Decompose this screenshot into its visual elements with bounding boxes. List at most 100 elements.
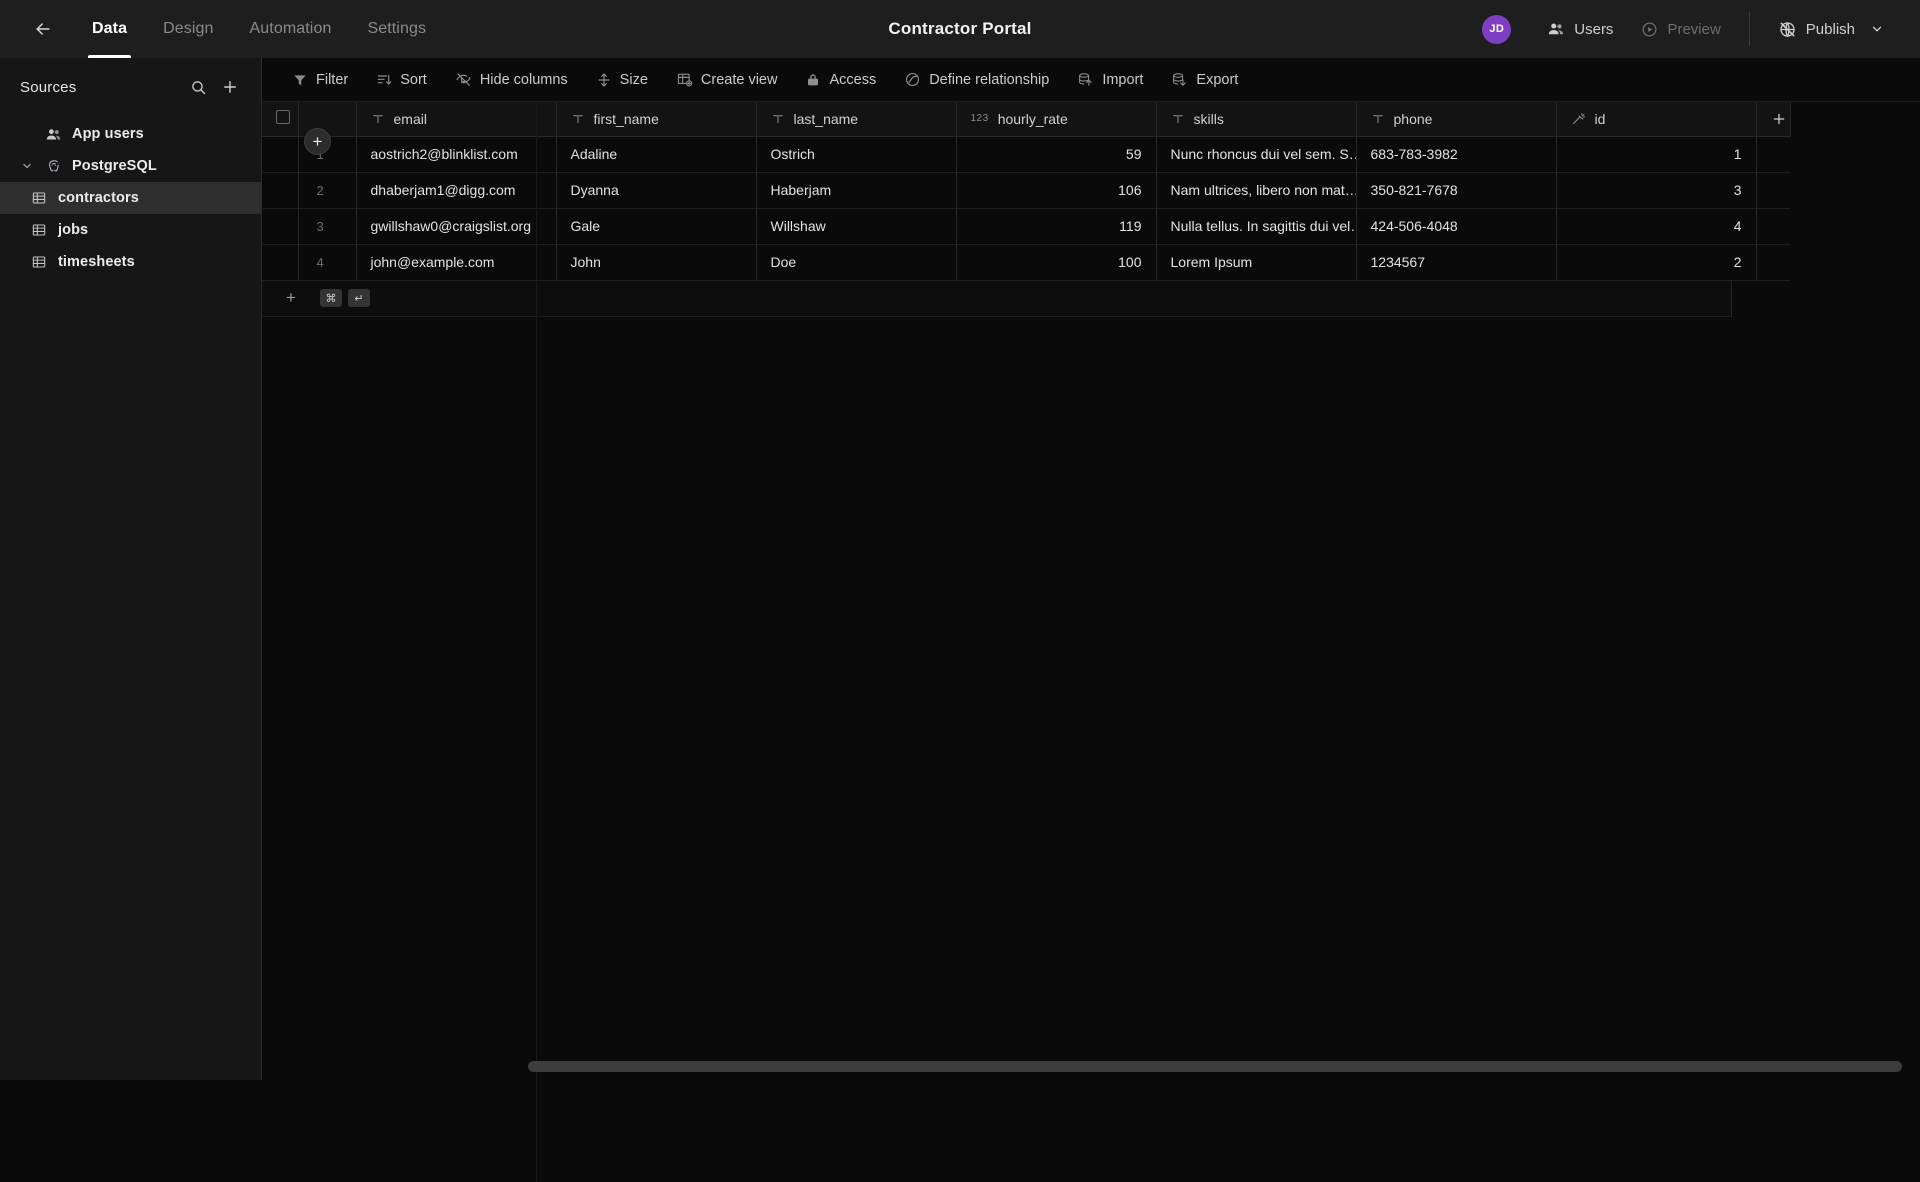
access-button[interactable]: Access xyxy=(791,64,890,96)
chevron-down-icon xyxy=(1870,22,1884,36)
publish-button[interactable]: Publish xyxy=(1764,0,1898,58)
users-label: Users xyxy=(1574,21,1613,38)
cell-skills[interactable]: Nunc rhoncus dui vel sem. S… xyxy=(1156,136,1356,172)
cell-email[interactable]: john@example.com xyxy=(356,244,556,280)
column-header-label: skills xyxy=(1194,111,1224,127)
cell-last-name[interactable]: Haberjam xyxy=(756,172,956,208)
add-column-button[interactable] xyxy=(1756,102,1790,136)
nav-tab-design[interactable]: Design xyxy=(145,0,231,58)
row-end-cell xyxy=(1756,244,1790,280)
cell-skills[interactable]: Nulla tellus. In sagittis dui vel… xyxy=(1156,208,1356,244)
row-end-cell xyxy=(1756,172,1790,208)
cell-last-name[interactable]: Doe xyxy=(756,244,956,280)
table-row[interactable]: 1 aostrich2@blinklist.com Adaline Ostric… xyxy=(262,136,1790,172)
avatar[interactable]: JD xyxy=(1482,15,1511,44)
sidebar-item-jobs[interactable]: jobs xyxy=(0,214,261,246)
cell-phone[interactable]: 424-506-4048 xyxy=(1356,208,1556,244)
sidebar-item-app-users[interactable]: App users xyxy=(0,118,261,150)
nav-tab-automation[interactable]: Automation xyxy=(232,0,350,58)
cell-id[interactable]: 2 xyxy=(1556,244,1756,280)
cell-email[interactable]: dhaberjam1@digg.com xyxy=(356,172,556,208)
text-type-icon xyxy=(771,112,785,126)
cell-id[interactable]: 3 xyxy=(1556,172,1756,208)
chevron-down-icon[interactable] xyxy=(20,160,34,172)
cell-first-name[interactable]: Dyanna xyxy=(556,172,756,208)
row-select-cell[interactable] xyxy=(262,208,298,244)
scrollbar-thumb[interactable] xyxy=(528,1061,1902,1072)
column-header-first-name[interactable]: first_name xyxy=(556,102,756,136)
add-source-button[interactable] xyxy=(217,74,243,100)
table-row[interactable]: 3 gwillshaw0@craigslist.org Gale Willsha… xyxy=(262,208,1790,244)
preview-label: Preview xyxy=(1667,21,1720,38)
data-grid: + email xyxy=(262,102,1920,317)
size-button[interactable]: Size xyxy=(582,64,662,96)
column-header-hourly-rate[interactable]: 123 hourly_rate xyxy=(956,102,1156,136)
cell-phone[interactable]: 1234567 xyxy=(1356,244,1556,280)
import-button[interactable]: Import xyxy=(1063,64,1157,96)
column-header-phone[interactable]: phone xyxy=(1356,102,1556,136)
text-type-icon xyxy=(371,112,385,126)
kbd-enter: ↵ xyxy=(348,289,370,307)
cell-hourly-rate[interactable]: 119 xyxy=(956,208,1156,244)
cell-id[interactable]: 4 xyxy=(1556,208,1756,244)
create-view-button[interactable]: Create view xyxy=(662,64,792,96)
table-row[interactable]: 2 dhaberjam1@digg.com Dyanna Haberjam 10… xyxy=(262,172,1790,208)
search-icon[interactable] xyxy=(185,74,211,100)
insert-row-button[interactable]: + xyxy=(304,128,331,155)
sidebar-item-contractors[interactable]: contractors xyxy=(0,182,261,214)
postgresql-icon xyxy=(44,158,62,175)
export-label: Export xyxy=(1196,72,1238,88)
hide-columns-button[interactable]: Hide columns xyxy=(441,64,582,96)
cell-last-name[interactable]: Willshaw xyxy=(756,208,956,244)
select-all-checkbox[interactable] xyxy=(276,110,290,124)
column-header-email[interactable]: email xyxy=(356,102,556,136)
column-header-skills[interactable]: skills xyxy=(1156,102,1356,136)
cell-hourly-rate[interactable]: 100 xyxy=(956,244,1156,280)
cell-email[interactable]: aostrich2@blinklist.com xyxy=(356,136,556,172)
cell-hourly-rate[interactable]: 59 xyxy=(956,136,1156,172)
text-type-icon xyxy=(1371,112,1385,126)
row-index-header xyxy=(298,102,356,136)
sidebar-item-label: timesheets xyxy=(58,254,135,270)
cell-skills[interactable]: Nam ultrices, libero non mat… xyxy=(1156,172,1356,208)
row-select-cell[interactable] xyxy=(262,244,298,280)
cell-first-name[interactable]: Adaline xyxy=(556,136,756,172)
table-row[interactable]: 4 john@example.com John Doe 100 Lorem Ip… xyxy=(262,244,1790,280)
create-view-label: Create view xyxy=(701,72,778,88)
row-select-cell[interactable] xyxy=(262,172,298,208)
sidebar-item-label: contractors xyxy=(58,190,139,206)
cell-first-name[interactable]: Gale xyxy=(556,208,756,244)
cell-email[interactable]: gwillshaw0@craigslist.org xyxy=(356,208,556,244)
define-relationship-button[interactable]: Define relationship xyxy=(890,64,1063,96)
cell-phone[interactable]: 350-821-7678 xyxy=(1356,172,1556,208)
nav-tab-settings-label: Settings xyxy=(367,20,426,38)
horizontal-scrollbar[interactable] xyxy=(528,1061,1912,1072)
add-row[interactable]: + ⌘ ↵ xyxy=(262,281,1732,317)
cell-skills[interactable]: Lorem Ipsum xyxy=(1156,244,1356,280)
nav-tab-data[interactable]: Data xyxy=(74,0,145,58)
export-button[interactable]: Export xyxy=(1157,64,1252,96)
create-view-icon xyxy=(676,71,693,88)
filter-button[interactable]: Filter xyxy=(278,64,362,96)
cell-phone[interactable]: 683-783-3982 xyxy=(1356,136,1556,172)
back-button[interactable] xyxy=(26,12,60,46)
preview-button[interactable]: Preview xyxy=(1627,0,1734,58)
cell-id[interactable]: 1 xyxy=(1556,136,1756,172)
users-button[interactable]: Users xyxy=(1533,0,1627,58)
select-all-header[interactable] xyxy=(262,102,298,136)
row-index: 2 xyxy=(298,172,356,208)
plus-icon[interactable]: + xyxy=(262,288,320,308)
sort-button[interactable]: Sort xyxy=(362,64,441,96)
table-icon xyxy=(30,222,48,238)
column-header-last-name[interactable]: last_name xyxy=(756,102,956,136)
nav-tab-settings[interactable]: Settings xyxy=(349,0,444,58)
cell-first-name[interactable]: John xyxy=(556,244,756,280)
cell-hourly-rate[interactable]: 106 xyxy=(956,172,1156,208)
row-height-icon xyxy=(596,72,612,88)
filter-label: Filter xyxy=(316,72,348,88)
row-select-cell[interactable] xyxy=(262,136,298,172)
sidebar-item-postgresql[interactable]: PostgreSQL xyxy=(0,150,261,182)
cell-last-name[interactable]: Ostrich xyxy=(756,136,956,172)
sidebar-item-timesheets[interactable]: timesheets xyxy=(0,246,261,278)
column-header-id[interactable]: id xyxy=(1556,102,1756,136)
